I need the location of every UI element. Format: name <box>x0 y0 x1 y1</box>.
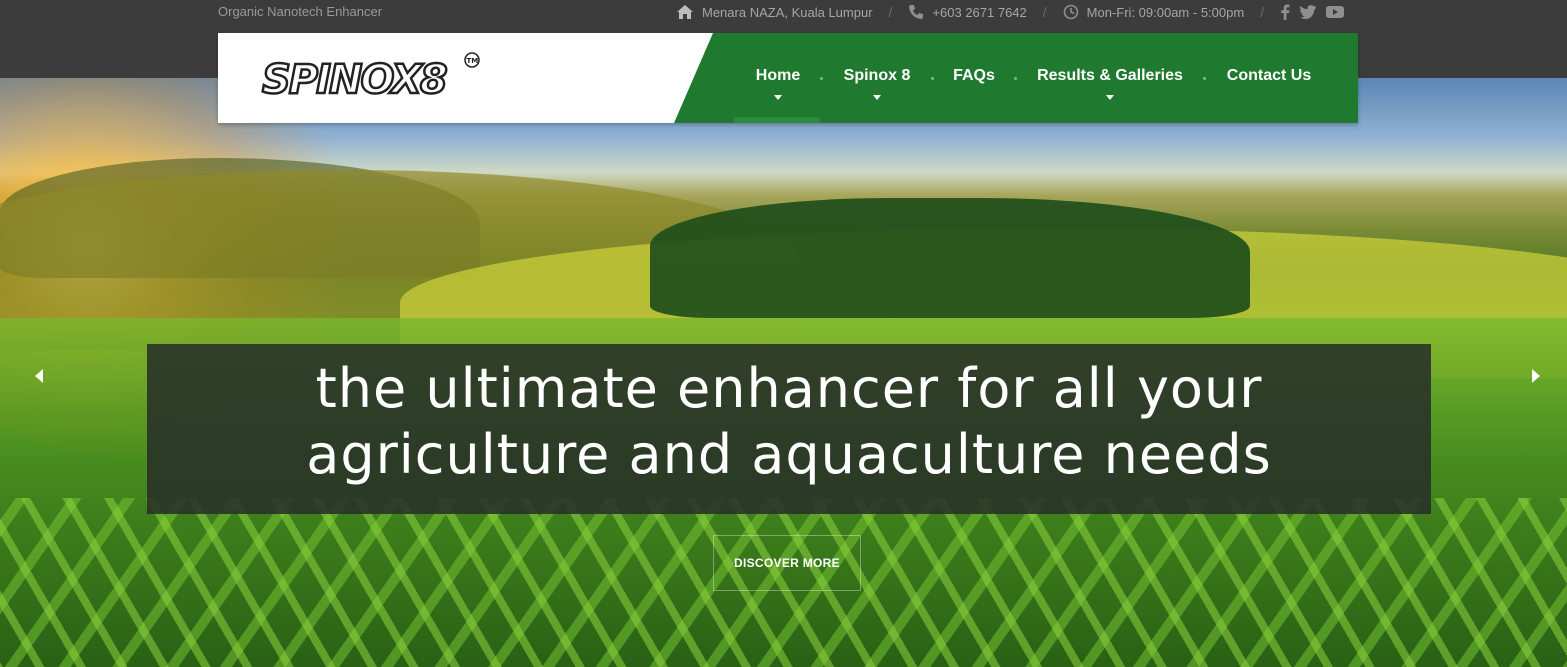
site-header: SPINOX8 TM Home Spinox 8 FAQs Results & … <box>218 33 1358 123</box>
svg-text:TM: TM <box>467 57 479 65</box>
caret-down-icon <box>873 95 881 100</box>
nav-item-contact-us[interactable]: Contact Us <box>1206 33 1332 123</box>
facebook-icon[interactable] <box>1280 4 1290 20</box>
nav-item-label: Contact Us <box>1226 67 1312 84</box>
nav-item-label: Home <box>755 67 801 84</box>
phone-item: +603 2671 7642 <box>908 4 1027 20</box>
phone-text[interactable]: +603 2671 7642 <box>932 5 1026 20</box>
caret-down-icon <box>1106 95 1114 100</box>
nav-item-label: FAQs <box>953 67 995 84</box>
site-logo[interactable]: SPINOX8 TM <box>260 51 484 104</box>
caret-down-icon <box>774 95 782 100</box>
main-nav: Home Spinox 8 FAQs Results & Galleries C… <box>736 33 1332 123</box>
discover-more-button[interactable]: DISCOVER MORE <box>713 535 861 591</box>
nav-item-spinox8[interactable]: Spinox 8 <box>823 33 931 123</box>
twitter-icon[interactable] <box>1300 5 1317 19</box>
hero-headline-line1: the ultimate enhancer for all your <box>315 357 1263 420</box>
separator: / <box>1042 4 1047 20</box>
tree-line <box>650 198 1250 318</box>
slider-next-arrow-icon[interactable] <box>1532 369 1540 383</box>
separator: / <box>1260 4 1265 20</box>
svg-text:SPINOX8: SPINOX8 <box>262 57 447 101</box>
nav-item-faqs[interactable]: FAQs <box>934 33 1014 123</box>
home-icon <box>676 4 694 20</box>
hero-caption: the ultimate enhancer for all your agric… <box>147 344 1431 514</box>
slider-prev-arrow-icon[interactable] <box>35 369 43 383</box>
social-links <box>1280 4 1345 20</box>
hours-item: Mon-Fri: 09:00am - 5:00pm <box>1063 4 1245 20</box>
hero-headline-line2: agriculture and aquaculture needs <box>306 423 1272 486</box>
contact-info: Menara NAZA, Kuala Lumpur / +603 2671 76… <box>676 2 1345 22</box>
site-tagline: Organic Nanotech Enhancer <box>218 4 383 19</box>
address-item: Menara NAZA, Kuala Lumpur <box>676 4 873 20</box>
phone-icon <box>908 4 924 20</box>
nav-item-label: Results & Galleries <box>1037 67 1183 84</box>
hero-headline: the ultimate enhancer for all your agric… <box>147 356 1431 488</box>
address-text: Menara NAZA, Kuala Lumpur <box>702 4 873 20</box>
nav-item-results-galleries[interactable]: Results & Galleries <box>1017 33 1203 123</box>
nav-item-home[interactable]: Home <box>736 33 820 123</box>
hours-text: Mon-Fri: 09:00am - 5:00pm <box>1086 4 1245 20</box>
youtube-icon[interactable] <box>1326 5 1345 19</box>
nav-item-label: Spinox 8 <box>843 67 911 84</box>
clock-icon <box>1063 4 1079 20</box>
separator: / <box>888 4 893 20</box>
